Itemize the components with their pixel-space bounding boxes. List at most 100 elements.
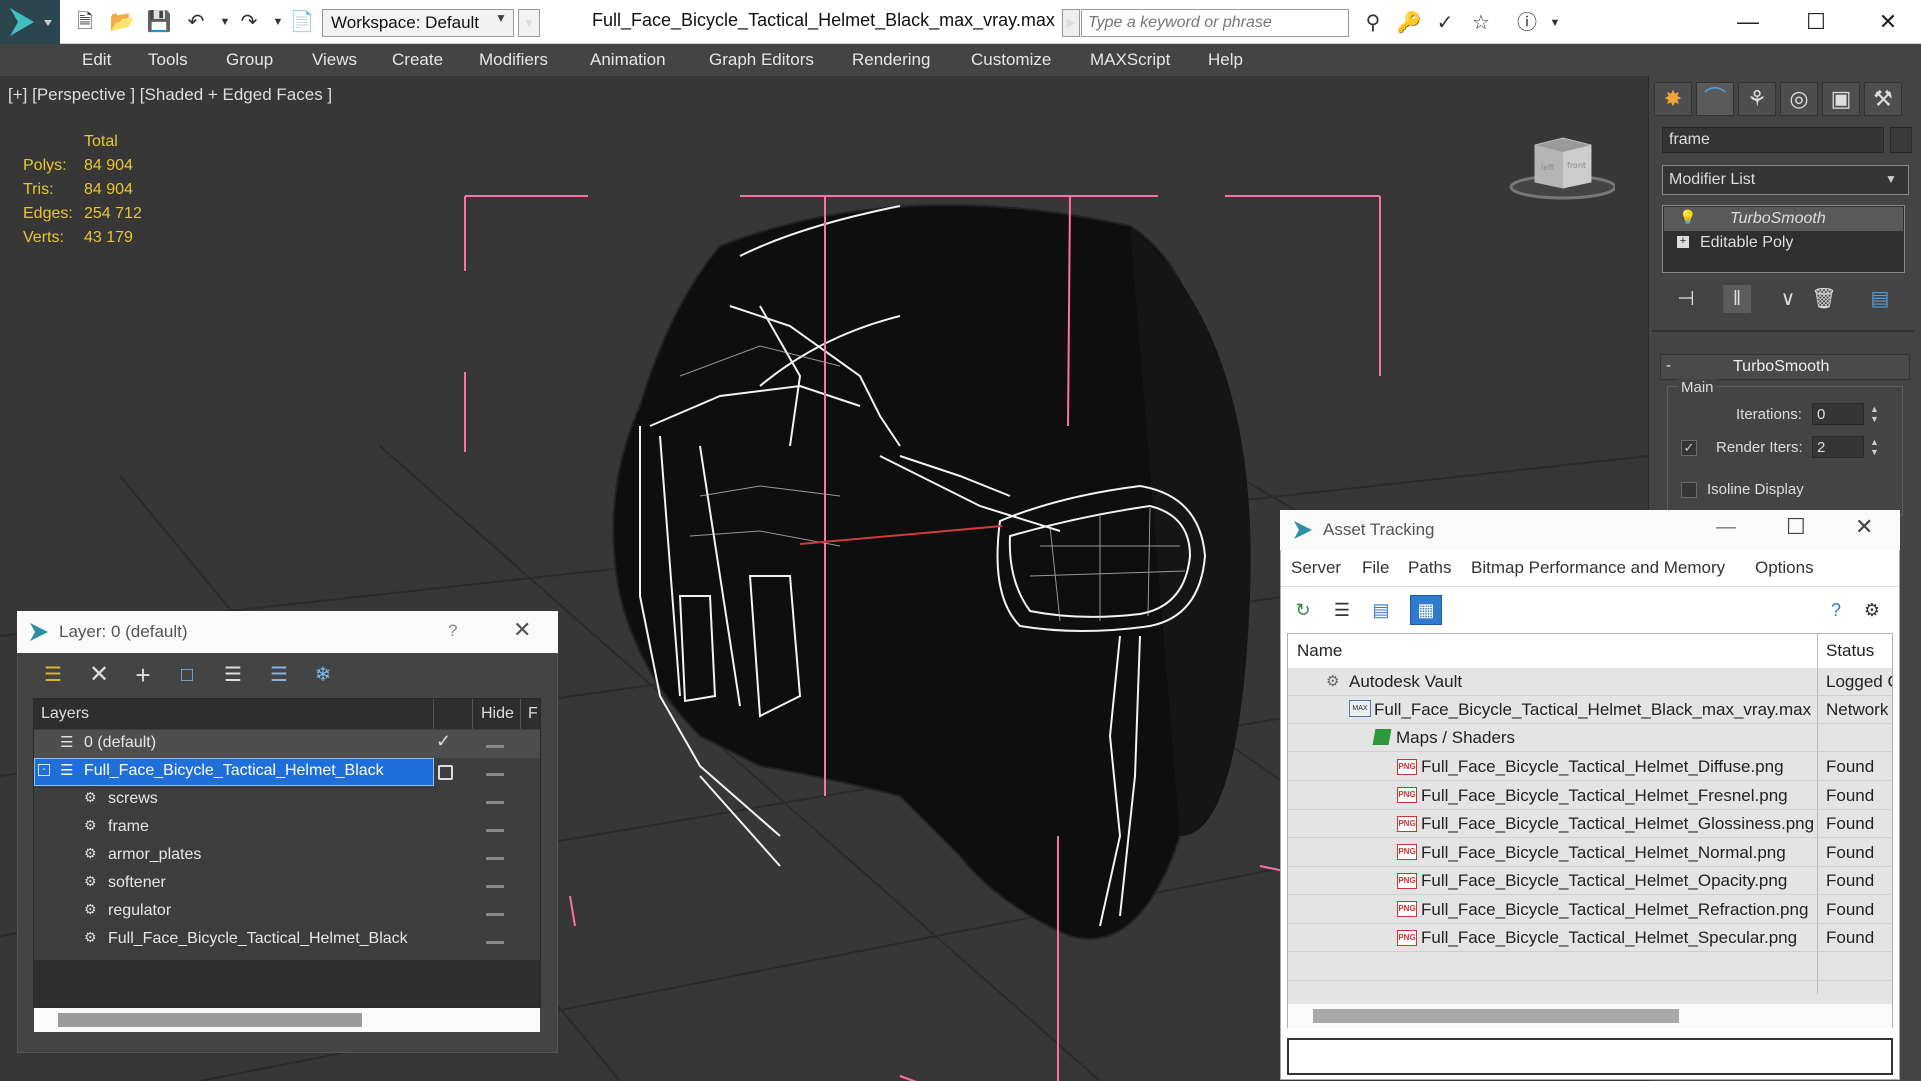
col-name-header[interactable]: Name bbox=[1297, 641, 1342, 661]
table-view-icon[interactable]: ▦ bbox=[1410, 595, 1442, 625]
refresh-icon[interactable]: ↻ bbox=[1289, 596, 1317, 624]
render-iters-checkbox[interactable]: ✓ bbox=[1681, 440, 1697, 456]
menu-rendering[interactable]: Rendering bbox=[852, 50, 930, 70]
spinner-arrows-icon[interactable]: ▲ ▼ bbox=[1870, 404, 1879, 424]
search-expand-button[interactable]: ▶ bbox=[1062, 9, 1080, 37]
app-logo-button[interactable] bbox=[0, 0, 60, 44]
asset-menu-file[interactable]: File bbox=[1362, 558, 1389, 578]
vault-help-icon[interactable]: ? bbox=[1822, 596, 1850, 624]
viewport-label-menu[interactable]: [+] [Perspective ] [Shaded + Edged Faces… bbox=[8, 85, 332, 105]
key-icon[interactable]: 🔑 bbox=[1394, 10, 1424, 36]
asset-menu-bitmap-performance[interactable]: Bitmap Performance and Memory bbox=[1471, 558, 1725, 578]
hide-toggle[interactable] bbox=[486, 885, 504, 888]
col-status-header[interactable]: Status bbox=[1826, 641, 1892, 661]
hide-toggle[interactable] bbox=[486, 745, 504, 748]
search-input[interactable] bbox=[1081, 9, 1349, 37]
menu-modifiers[interactable]: Modifiers bbox=[479, 50, 548, 70]
make-unique-icon[interactable]: ∨ bbox=[1774, 285, 1802, 313]
display-tab-icon[interactable]: ▣ bbox=[1822, 82, 1860, 116]
help-button[interactable]: ? bbox=[448, 621, 457, 641]
menu-graph-editors[interactable]: Graph Editors bbox=[709, 50, 814, 70]
asset-close-button[interactable]: ✕ bbox=[1855, 514, 1873, 540]
object-softener[interactable]: softener bbox=[108, 874, 166, 892]
redo-icon[interactable]: ↷ bbox=[236, 10, 262, 34]
object-armor-plates[interactable]: armor_plates bbox=[108, 846, 201, 864]
undo-icon[interactable]: ↶ bbox=[183, 10, 209, 34]
show-end-result-icon[interactable]: ‖ bbox=[1723, 285, 1751, 313]
maximize-button[interactable]: ☐ bbox=[1786, 4, 1846, 40]
configure-sets-icon[interactable]: ▤ bbox=[1866, 285, 1894, 313]
stack-item-turbosmooth[interactable]: TurboSmooth bbox=[1730, 210, 1826, 228]
select-objects-icon[interactable]: □ bbox=[172, 661, 202, 689]
asset-row-fresnel[interactable]: Full_Face_Bicycle_Tactical_Helmet_Fresne… bbox=[1421, 786, 1788, 806]
asset-row-vault[interactable]: Autodesk Vault bbox=[1349, 672, 1462, 692]
freeze-all-icon[interactable]: ❄ bbox=[308, 661, 338, 689]
remove-modifier-icon[interactable]: 🗑 bbox=[1810, 285, 1838, 313]
hide-toggle[interactable] bbox=[486, 829, 504, 832]
layer-name-default[interactable]: 0 (default) bbox=[84, 734, 156, 752]
stack-item-editable-poly[interactable]: Editable Poly bbox=[1700, 234, 1793, 252]
close-button[interactable]: ✕ bbox=[1858, 4, 1918, 40]
active-layer-check-icon[interactable]: ✓ bbox=[436, 731, 451, 752]
hide-toggle[interactable] bbox=[486, 857, 504, 860]
undo-dropdown-icon[interactable]: ▼ bbox=[212, 10, 238, 34]
asset-row-max-file[interactable]: Full_Face_Bicycle_Tactical_Helmet_Black_… bbox=[1374, 700, 1811, 720]
active-layer-box-icon[interactable] bbox=[438, 765, 453, 780]
help-icon[interactable]: ⓘ bbox=[1512, 10, 1542, 36]
hide-toggle[interactable] bbox=[486, 941, 504, 944]
collapse-icon[interactable]: - bbox=[1666, 357, 1671, 374]
hide-toggle[interactable] bbox=[486, 801, 504, 804]
thumbnail-view-icon[interactable]: ▤ bbox=[1367, 596, 1395, 624]
pin-stack-icon[interactable]: ⊣ bbox=[1672, 285, 1700, 313]
viewcube[interactable]: left front bbox=[1505, 130, 1617, 205]
help-dropdown-icon[interactable]: ▼ bbox=[1540, 10, 1570, 36]
object-regulator[interactable]: regulator bbox=[108, 902, 171, 920]
asset-maximize-button[interactable]: ☐ bbox=[1786, 514, 1806, 540]
asset-hscrollbar-thumb[interactable] bbox=[1313, 1009, 1679, 1023]
open-file-icon[interactable]: 📂 bbox=[109, 10, 135, 34]
hide-toggle[interactable] bbox=[486, 913, 504, 916]
col-freeze-header[interactable]: F bbox=[528, 705, 538, 723]
binoculars-icon[interactable]: ⚲ bbox=[1358, 10, 1388, 36]
layer-hscrollbar-thumb[interactable] bbox=[58, 1013, 362, 1027]
asset-row-specular[interactable]: Full_Face_Bicycle_Tactical_Helmet_Specul… bbox=[1421, 928, 1797, 948]
menu-animation[interactable]: Animation bbox=[590, 50, 666, 70]
utilities-tab-icon[interactable]: ⚒ bbox=[1864, 82, 1902, 116]
delete-layer-icon[interactable]: ✕ bbox=[84, 661, 114, 689]
redo-dropdown-icon[interactable]: ▼ bbox=[265, 10, 291, 34]
object-screws[interactable]: screws bbox=[108, 790, 158, 808]
layer-dialog-close-button[interactable]: ✕ bbox=[513, 617, 531, 643]
lightbulb-icon[interactable]: 💡 bbox=[1679, 209, 1696, 226]
col-hide-header[interactable]: Hide bbox=[481, 705, 514, 723]
create-tab-icon[interactable]: ✸ bbox=[1654, 82, 1692, 116]
asset-row-normal[interactable]: Full_Face_Bicycle_Tactical_Helmet_Normal… bbox=[1421, 843, 1786, 863]
asset-row-maps-shaders[interactable]: Maps / Shaders bbox=[1396, 728, 1515, 748]
menu-create[interactable]: Create bbox=[392, 50, 443, 70]
hide-toggle[interactable] bbox=[486, 773, 504, 776]
save-icon[interactable]: 💾 bbox=[146, 10, 172, 34]
isoline-display-checkbox[interactable] bbox=[1681, 482, 1697, 498]
asset-menu-server[interactable]: Server bbox=[1291, 558, 1341, 578]
collapse-minus-icon[interactable]: - bbox=[38, 764, 50, 776]
menu-customize[interactable]: Customize bbox=[971, 50, 1051, 70]
expand-plus-icon[interactable]: + bbox=[1677, 236, 1689, 248]
menu-maxscript[interactable]: MAXScript bbox=[1090, 50, 1170, 70]
menu-group[interactable]: Group bbox=[226, 50, 273, 70]
asset-menu-paths[interactable]: Paths bbox=[1408, 558, 1451, 578]
asset-minimize-button[interactable]: — bbox=[1716, 516, 1736, 539]
asset-row-glossiness[interactable]: Full_Face_Bicycle_Tactical_Helmet_Glossi… bbox=[1421, 814, 1814, 834]
render-iters-spinner[interactable] bbox=[1812, 436, 1864, 458]
workspace-menu-button[interactable]: ▼ bbox=[518, 9, 540, 37]
object-frame[interactable]: frame bbox=[108, 818, 149, 836]
layer-name-helmet[interactable]: Full_Face_Bicycle_Tactical_Helmet_Black bbox=[84, 762, 384, 780]
asset-row-opacity[interactable]: Full_Face_Bicycle_Tactical_Helmet_Opacit… bbox=[1421, 871, 1787, 891]
vault-settings-icon[interactable]: ⚙ bbox=[1858, 596, 1886, 624]
object-color-swatch[interactable] bbox=[1890, 127, 1912, 153]
create-layer-icon[interactable]: ☰ bbox=[38, 661, 68, 689]
hierarchy-tab-icon[interactable]: ⚘ bbox=[1738, 82, 1776, 116]
col-layers-header[interactable]: Layers bbox=[41, 705, 89, 723]
asset-path-field[interactable] bbox=[1287, 1038, 1893, 1075]
spinner-arrows-icon[interactable]: ▲ ▼ bbox=[1870, 437, 1879, 457]
add-to-layer-icon[interactable]: + bbox=[128, 661, 158, 689]
highlight-layers-icon[interactable]: ☰ bbox=[218, 661, 248, 689]
